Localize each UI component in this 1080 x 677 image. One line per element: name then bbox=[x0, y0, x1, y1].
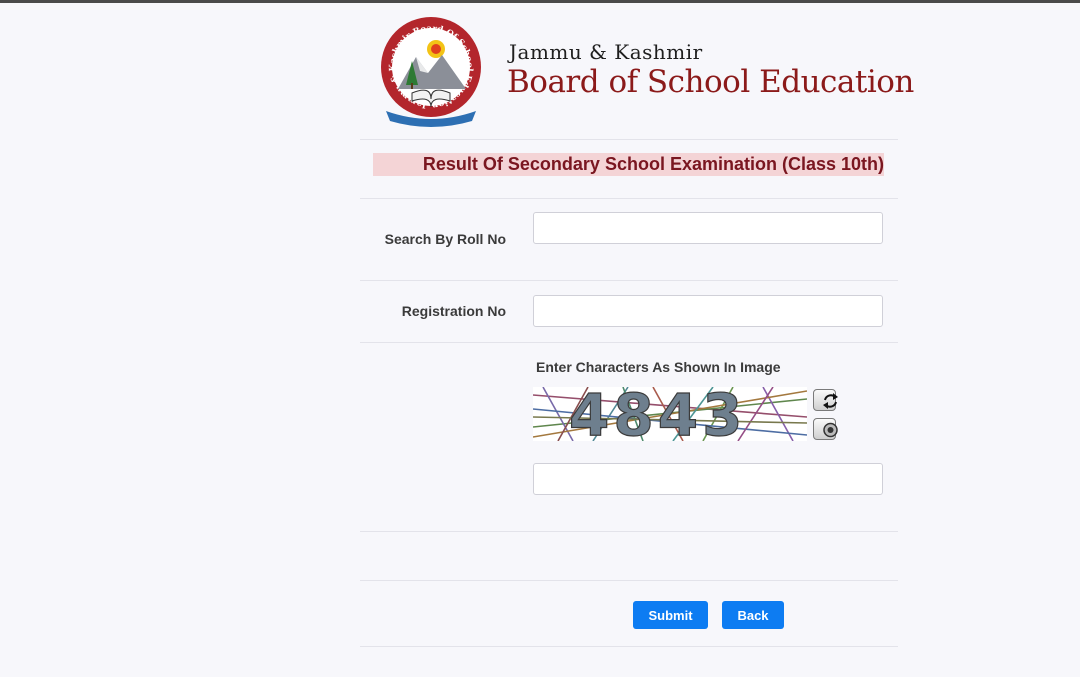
divider bbox=[360, 646, 898, 647]
divider bbox=[360, 531, 898, 532]
captcha-text: 4843 bbox=[569, 387, 746, 441]
divider bbox=[360, 198, 898, 199]
refresh-icon bbox=[823, 393, 838, 409]
back-button[interactable]: Back bbox=[722, 601, 784, 629]
captcha-image: 4843 bbox=[533, 387, 807, 441]
registration-no-label: Registration No bbox=[401, 303, 506, 319]
roll-no-input[interactable] bbox=[533, 212, 883, 244]
audio-captcha-button[interactable] bbox=[813, 418, 838, 440]
top-border bbox=[0, 0, 1080, 3]
page-title: Result Of Secondary School Examination (… bbox=[422, 154, 884, 174]
divider bbox=[360, 342, 898, 343]
roll-no-label: Search By Roll No bbox=[384, 231, 506, 247]
refresh-captcha-button[interactable] bbox=[813, 389, 838, 411]
divider bbox=[360, 280, 898, 281]
captcha-input[interactable] bbox=[533, 463, 883, 495]
divider bbox=[360, 139, 898, 140]
divider bbox=[360, 580, 898, 581]
registration-no-input[interactable] bbox=[533, 295, 883, 327]
board-name: Board of School Education bbox=[507, 64, 914, 100]
audio-icon bbox=[823, 422, 838, 438]
jkbose-logo: Jammu & Kashmir Board Of School Educatio… bbox=[381, 17, 481, 127]
captcha-label: Enter Characters As Shown In Image bbox=[536, 359, 781, 375]
state-name: Jammu & Kashmir bbox=[509, 40, 703, 64]
submit-button[interactable]: Submit bbox=[633, 601, 708, 629]
